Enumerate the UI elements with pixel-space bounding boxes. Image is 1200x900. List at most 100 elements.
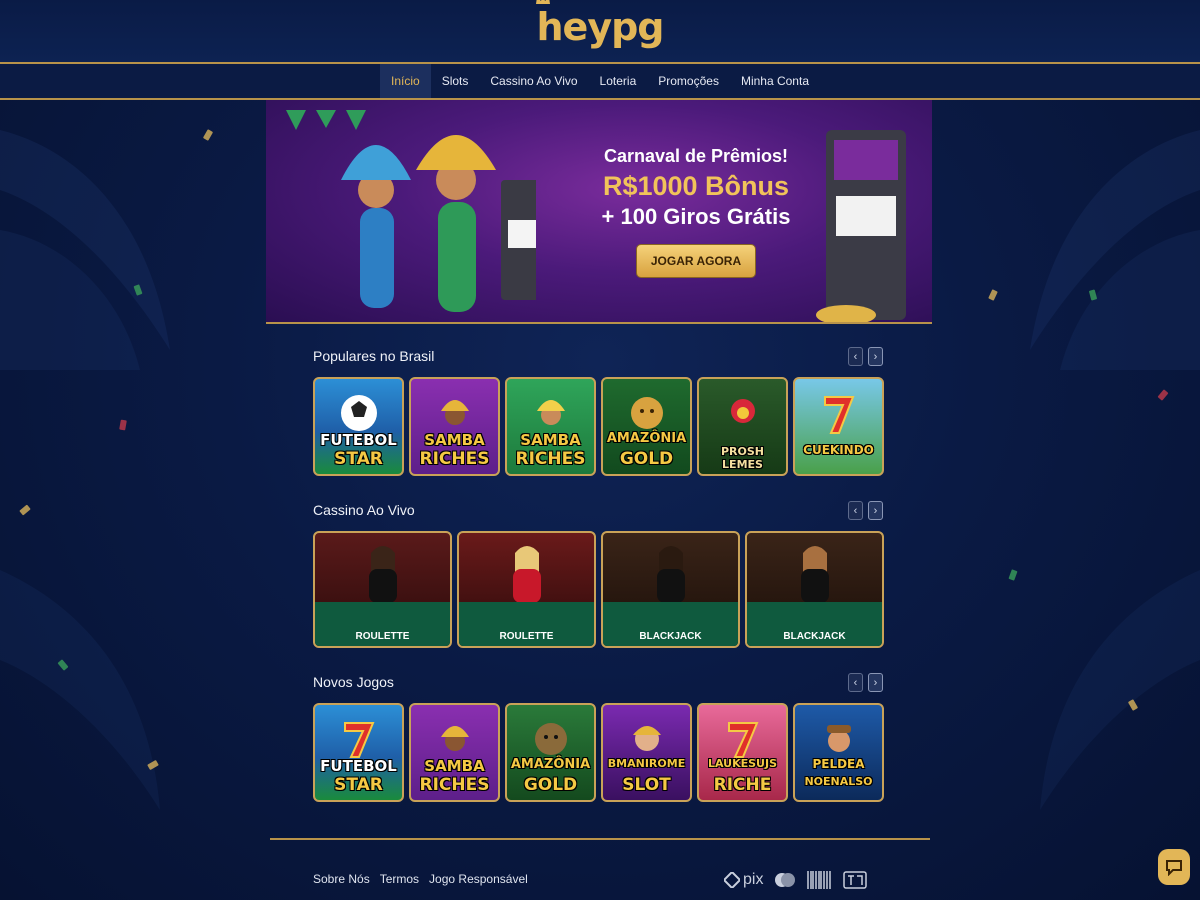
next-arrow-button[interactable]: › <box>868 501 883 520</box>
explorer-icon <box>826 725 851 752</box>
section-title-new: Novos Jogos <box>313 674 394 690</box>
live-table-tile[interactable]: BLACKJACK <box>601 531 740 648</box>
banner-text: Carnaval de Prêmios! R$1000 Bônus + 100 … <box>596 146 796 278</box>
popular-games-row: FUTEBOL STAR SAMBA RICHES SAMBA RICHES A… <box>313 377 884 476</box>
nav-item-inicio[interactable]: Início <box>380 64 431 98</box>
game-tile[interactable]: SAMBA RICHES <box>409 703 500 802</box>
game-tile[interactable]: PELDEA NOENALSO <box>793 703 884 802</box>
carousel-arrows: ‹ › <box>848 501 883 520</box>
nav-item-loteria[interactable]: Loteria <box>589 64 648 98</box>
game-title: PROSH LEMES <box>720 445 764 471</box>
footer-link-terms[interactable]: Termos <box>380 872 419 886</box>
carnival-dancers-illustration <box>286 110 536 312</box>
game-title-line2: RICHES <box>419 449 490 469</box>
samba-dancer-icon <box>440 400 469 425</box>
prev-arrow-button[interactable]: ‹ <box>848 501 863 520</box>
game-title-line1: AMAZÔNIA <box>510 757 591 772</box>
mastercard-payment-badge <box>773 870 797 890</box>
palm-leaf-decoration <box>0 130 170 370</box>
game-tile[interactable]: FUTEBOL STAR <box>313 377 404 476</box>
main-nav: Início Slots Cassino Ao Vivo Loteria Pro… <box>0 62 1200 100</box>
game-tile[interactable]: LAUKESUJS RICHE <box>697 703 788 802</box>
fruit-icon <box>730 399 755 423</box>
prev-arrow-button[interactable]: ‹ <box>848 673 863 692</box>
live-table-label: ROULETTE <box>355 631 410 642</box>
game-title-line1: SAMBA <box>424 757 485 775</box>
nav-item-label: Loteria <box>599 74 637 88</box>
banner-free-spins: + 100 Giros Grátis <box>601 204 791 229</box>
game-title-line2: STAR <box>334 449 383 469</box>
play-now-button[interactable]: JOGAR AGORA <box>635 244 757 278</box>
game-title-line1: BMANIROME <box>607 757 686 770</box>
game-tile[interactable]: PROSH LEMES <box>697 377 788 476</box>
site-logo[interactable]: heypg <box>535 0 665 49</box>
confetti <box>19 504 31 516</box>
lucky-seven-icon <box>343 722 374 758</box>
chat-icon <box>1166 860 1182 876</box>
game-tile[interactable]: CUEKINDO <box>793 377 884 476</box>
new-games-row: FUTEBOL STAR SAMBA RICHES AMAZÔNIA GOLD … <box>313 703 884 802</box>
lucky-seven-icon <box>727 722 758 758</box>
samba-dancer-icon <box>536 400 565 425</box>
carousel-arrows: ‹ › <box>848 673 883 692</box>
mastercard-icon <box>775 873 796 887</box>
nav-item-label: Cassino Ao Vivo <box>490 74 578 88</box>
live-table-tile[interactable]: ROULETTE <box>457 531 596 648</box>
game-tile[interactable]: FUTEBOL STAR <box>313 703 404 802</box>
palm-leaf-decoration <box>1030 130 1200 370</box>
game-title-line2: RICHES <box>515 449 586 469</box>
game-title-line1: FUTEBOL <box>320 757 397 775</box>
game-title-line1: PELDEA <box>812 757 865 771</box>
nav-item-cassino-ao-vivo[interactable]: Cassino Ao Vivo <box>479 64 588 98</box>
payment-methods: pix <box>724 870 868 890</box>
warrior-icon <box>632 726 661 751</box>
nav-item-label: Promoções <box>658 74 719 88</box>
footer-link-responsible-gaming[interactable]: Jogo Responsável <box>429 872 528 886</box>
game-tile[interactable]: SAMBA RICHES <box>505 377 596 476</box>
top-header: heypg <box>0 0 1200 62</box>
next-arrow-button[interactable]: › <box>868 673 883 692</box>
live-table-label: BLACKJACK <box>783 631 846 642</box>
confetti <box>988 289 998 301</box>
logo-text: heypg <box>536 5 665 49</box>
palm-leaf-decoration <box>1040 570 1200 810</box>
dealer-icon <box>512 546 541 603</box>
nav-item-label: Início <box>391 74 420 88</box>
carousel-arrows: ‹ › <box>848 347 883 366</box>
game-tile[interactable]: BMANIROME SLOT <box>601 703 692 802</box>
dealer-icon <box>656 546 685 603</box>
game-title-line2: RICHE <box>713 775 772 795</box>
nav-item-minha-conta[interactable]: Minha Conta <box>730 64 820 98</box>
barcode-icon <box>807 871 832 889</box>
live-table-label: ROULETTE <box>499 631 554 642</box>
ted-payment-badge <box>843 870 868 890</box>
boleto-payment-badge <box>807 870 833 890</box>
confetti <box>119 419 127 431</box>
nav-item-promocoes[interactable]: Promoções <box>647 64 730 98</box>
nav-item-slots[interactable]: Slots <box>431 64 480 98</box>
game-title-line2: GOLD <box>619 449 674 469</box>
game-title-line1: AMAZÔNIA <box>606 431 687 446</box>
live-table-tile[interactable]: ROULETTE <box>313 531 452 648</box>
game-title-line2: RICHES <box>419 775 490 795</box>
game-title: CUEKINDO <box>803 443 874 457</box>
chat-button[interactable] <box>1158 849 1190 885</box>
confetti <box>1157 389 1169 401</box>
footer-links: Sobre Nós Termos Jogo Responsável <box>313 872 528 886</box>
game-title-line2: SLOT <box>622 775 671 795</box>
pix-label: pix <box>743 871 764 888</box>
promo-banner[interactable]: Carnaval de Prêmios! R$1000 Bônus + 100 … <box>266 100 932 324</box>
live-table-tile[interactable]: BLACKJACK <box>745 531 884 648</box>
game-tile[interactable]: AMAZÔNIA GOLD <box>505 703 596 802</box>
game-tile[interactable]: SAMBA RICHES <box>409 377 500 476</box>
game-title-line2: NOENALSO <box>804 775 873 788</box>
dealer-icon <box>368 546 397 603</box>
nav-item-label: Slots <box>441 74 469 88</box>
next-arrow-button[interactable]: › <box>868 347 883 366</box>
game-tile[interactable]: AMAZÔNIA GOLD <box>601 377 692 476</box>
footer-link-about[interactable]: Sobre Nós <box>313 872 370 886</box>
palm-leaf-decoration <box>0 570 160 810</box>
pix-icon <box>724 872 740 888</box>
prev-arrow-button[interactable]: ‹ <box>848 347 863 366</box>
live-table-label: BLACKJACK <box>639 631 702 642</box>
